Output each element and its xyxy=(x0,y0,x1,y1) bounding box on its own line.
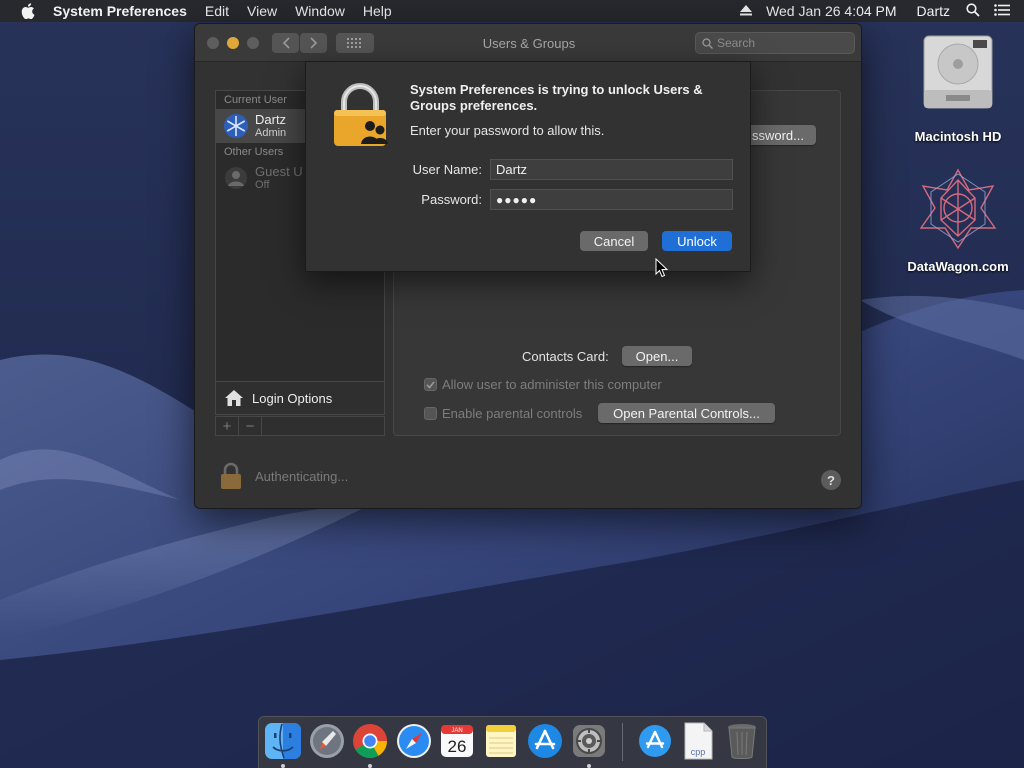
add-user-button[interactable]: + xyxy=(216,417,239,435)
cpp-file-icon: cpp xyxy=(684,722,713,760)
unlock-button[interactable]: Unlock xyxy=(662,231,732,251)
dock-app-store[interactable] xyxy=(525,721,565,761)
lock-bar: Authenticating... xyxy=(219,460,348,492)
dock-finder[interactable] xyxy=(263,721,303,761)
notification-center-icon[interactable] xyxy=(994,3,1010,19)
search-field[interactable] xyxy=(695,32,855,54)
remove-user-button[interactable]: − xyxy=(239,417,262,435)
username-label: User Name: xyxy=(412,162,482,177)
chrome-icon xyxy=(353,724,387,758)
allow-admin-label: Allow user to administer this computer xyxy=(442,377,662,392)
user-avatar-snowflake-icon xyxy=(224,114,248,138)
notes-icon xyxy=(486,725,516,757)
dock-trash[interactable] xyxy=(722,721,762,761)
open-parental-controls-button[interactable]: Open Parental Controls... xyxy=(598,403,775,423)
trash-icon xyxy=(728,724,756,759)
dock-separator xyxy=(622,723,623,761)
add-remove-bar: + − xyxy=(215,416,385,436)
mouse-cursor-icon xyxy=(655,258,669,278)
spotlight-search-icon[interactable] xyxy=(966,2,980,20)
calendar-month: JAN xyxy=(451,728,462,734)
system-preferences-icon xyxy=(573,725,605,757)
parental-controls-label: Enable parental controls xyxy=(442,406,583,421)
launchpad-icon xyxy=(310,724,344,758)
cancel-button[interactable]: Cancel xyxy=(580,231,648,251)
lock-status-text: Authenticating... xyxy=(255,468,349,484)
finder-icon xyxy=(265,723,301,759)
desktop-icon-macintosh-hd[interactable]: Macintosh HD xyxy=(898,32,1018,144)
house-icon xyxy=(225,390,243,406)
desktop-icon-label: DataWagon.com xyxy=(907,259,1009,274)
menu-app-name[interactable]: System Preferences xyxy=(53,3,187,19)
login-options-label: Login Options xyxy=(252,390,333,406)
help-button[interactable]: ? xyxy=(821,470,841,490)
dock-launchpad[interactable] xyxy=(307,721,347,761)
running-indicator xyxy=(368,764,372,768)
dialog-subtitle: Enter your password to allow this. xyxy=(410,123,605,138)
dock-calendar[interactable]: JAN 26 xyxy=(437,721,477,761)
running-indicator xyxy=(587,764,591,768)
dialog-title: System Preferences is trying to unlock U… xyxy=(410,82,703,113)
menu-view[interactable]: View xyxy=(247,3,277,19)
password-field[interactable]: ●●●●● xyxy=(490,189,733,210)
dock-cpp-file[interactable]: cpp xyxy=(678,721,718,761)
username-field[interactable]: Dartz xyxy=(490,159,733,180)
apple-menu-icon[interactable] xyxy=(17,0,39,22)
safari-icon xyxy=(397,724,431,758)
user-role: Admin xyxy=(255,126,287,139)
window-titlebar[interactable]: Users & Groups xyxy=(195,24,861,62)
lock-icon[interactable] xyxy=(219,462,243,490)
menu-clock[interactable]: Wed Jan 26 4:04 PM xyxy=(766,3,896,19)
contacts-card-label: Contacts Card: xyxy=(522,349,609,364)
running-indicator xyxy=(281,764,285,768)
user-name: Guest U xyxy=(255,163,303,179)
cpp-file-label: cpp xyxy=(691,747,706,757)
search-input[interactable] xyxy=(717,36,847,50)
password-label: Password: xyxy=(421,192,482,207)
menu-edit[interactable]: Edit xyxy=(205,3,229,19)
dock: JAN 26 cpp xyxy=(258,716,767,768)
desktop-icon-datawagon[interactable]: DataWagon.com xyxy=(898,168,1018,274)
desktop-icon-label: Macintosh HD xyxy=(914,129,1002,144)
dock-app-store-downloads[interactable] xyxy=(635,721,675,761)
eject-icon[interactable] xyxy=(740,3,753,19)
guest-user-icon xyxy=(225,167,247,189)
login-options-item[interactable]: Login Options xyxy=(215,381,385,415)
checkmark-icon xyxy=(426,380,435,389)
parental-controls-checkbox[interactable] xyxy=(424,407,437,420)
search-icon xyxy=(702,37,713,49)
menu-window[interactable]: Window xyxy=(295,3,345,19)
menu-help[interactable]: Help xyxy=(363,3,392,19)
menu-user-name[interactable]: Dartz xyxy=(917,3,950,19)
dock-chrome[interactable] xyxy=(350,721,390,761)
dock-notes[interactable] xyxy=(481,721,521,761)
user-name: Dartz xyxy=(255,111,287,127)
authentication-dialog: System Preferences is trying to unlock U… xyxy=(305,61,751,272)
datawagon-logo-icon xyxy=(919,168,997,250)
dock-system-preferences[interactable] xyxy=(569,721,609,761)
user-role: Off xyxy=(255,178,270,191)
hard-drive-icon xyxy=(923,35,993,109)
allow-admin-checkbox[interactable] xyxy=(424,378,437,391)
dock-safari[interactable] xyxy=(394,721,434,761)
app-store-icon xyxy=(528,724,562,758)
app-store-download-icon xyxy=(639,725,671,757)
menu-bar: System Preferences Edit View Window Help… xyxy=(0,0,1024,22)
calendar-icon: JAN 26 xyxy=(441,725,473,757)
calendar-day: 26 xyxy=(448,737,467,756)
open-contacts-button[interactable]: Open... xyxy=(622,346,692,366)
padlock-users-icon xyxy=(334,83,388,146)
